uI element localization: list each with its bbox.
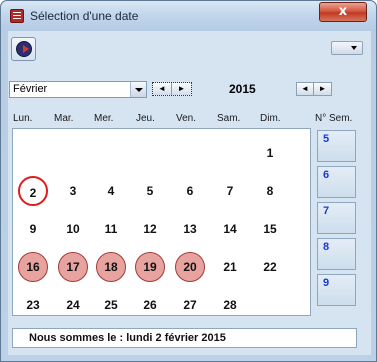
day-cell[interactable]: 27: [173, 288, 207, 322]
client-area: Février ◄ ► 2015 ◄ ► Lun. Mar. Mer. Jeu.…: [8, 31, 371, 355]
date-picker-window: Sélection d'une date x Février ◄ ► 20 1 5 …: [0, 0, 377, 362]
week-number-label: 8: [323, 241, 330, 253]
day-cell[interactable]: 8: [253, 174, 287, 208]
exit-icon: [16, 41, 32, 57]
weekday-label: Jeu.: [136, 113, 155, 124]
weekday-label: Ven.: [176, 113, 197, 124]
day-cell[interactable]: 14: [213, 212, 247, 246]
next-year-button[interactable]: ►: [314, 83, 331, 95]
day-cell[interactable]: 26: [133, 288, 167, 322]
month-dropdown-arrow-icon[interactable]: [130, 82, 146, 97]
weekday-label: Sam.: [217, 113, 241, 124]
week-number-cell[interactable]: 5: [317, 130, 356, 162]
previous-year-button[interactable]: ◄: [297, 83, 314, 95]
weekday-header: Lun. Mar. Mer. Jeu. Ven. Sam. Dim. N° Se…: [8, 113, 371, 127]
window-title: Sélection d'une date: [30, 9, 139, 23]
day-cell[interactable]: 23: [16, 288, 50, 322]
day-cell[interactable]: 10: [56, 212, 90, 246]
day-cell[interactable]: 3: [56, 174, 90, 208]
dropdown-caret-icon: [351, 46, 357, 50]
day-cell[interactable]: 24: [56, 288, 90, 322]
title-bar[interactable]: Sélection d'une date x: [1, 1, 376, 31]
month-select-value: Février: [13, 83, 48, 95]
day-cell[interactable]: 25: [94, 288, 128, 322]
day-cell[interactable]: 4: [94, 174, 128, 208]
day-cell[interactable]: 9: [16, 212, 50, 246]
previous-month-button[interactable]: ◄: [153, 83, 172, 95]
day-cell[interactable]: 16: [18, 252, 48, 282]
week-number-cell[interactable]: 6: [317, 166, 356, 198]
week-number-cell[interactable]: 7: [317, 202, 356, 234]
day-cell[interactable]: 7: [213, 174, 247, 208]
day-cell[interactable]: 6: [173, 174, 207, 208]
day-cell[interactable]: 17: [58, 252, 88, 282]
week-number-cell[interactable]: 8: [317, 238, 356, 270]
weekday-label: Mar.: [54, 113, 74, 124]
day-cell[interactable]: 19: [135, 252, 165, 282]
options-menu-button[interactable]: [331, 41, 363, 55]
week-number-label: 5: [323, 133, 330, 145]
day-cell[interactable]: 18: [96, 252, 126, 282]
weekday-label: Mer.: [94, 113, 114, 124]
week-number-cell[interactable]: 9: [317, 274, 356, 306]
day-cell[interactable]: 20: [175, 252, 205, 282]
day-cell[interactable]: 22: [253, 250, 287, 284]
month-spinner[interactable]: ◄ ►: [152, 82, 192, 96]
day-cell[interactable]: 1: [253, 136, 287, 170]
day-cell[interactable]: 15: [253, 212, 287, 246]
next-month-button[interactable]: ►: [172, 83, 191, 95]
calendar-icon: [10, 9, 24, 23]
week-number-label: 9: [323, 277, 330, 289]
year-label: 2015: [229, 82, 256, 96]
week-number-column: 5 6 7 8 9: [317, 128, 357, 316]
weekday-label: Lun.: [13, 113, 33, 124]
year-spinner[interactable]: ◄ ►: [296, 82, 332, 96]
day-cell[interactable]: 28: [213, 288, 247, 322]
weekday-label: Dim.: [260, 113, 281, 124]
day-cell[interactable]: 21: [213, 250, 247, 284]
day-grid: 1 2 3 4 5 6 7 8 9 10 11 12 13 14 15 16 17 18 19 20 21 22 23 24 2…: [12, 128, 311, 316]
day-cell[interactable]: 11: [94, 212, 128, 246]
app-button[interactable]: [11, 37, 36, 61]
day-cell[interactable]: 12: [133, 212, 167, 246]
day-cell[interactable]: 2: [18, 176, 48, 206]
month-select[interactable]: Février: [9, 81, 147, 98]
week-number-label: 7: [323, 205, 330, 217]
day-cell[interactable]: 5: [133, 174, 167, 208]
week-number-header: N° Sem.: [315, 113, 353, 124]
week-number-label: 6: [323, 169, 330, 181]
status-bar: Nous sommes le : lundi 2 février 2015: [12, 328, 357, 348]
close-button[interactable]: x: [319, 2, 367, 22]
day-cell[interactable]: 13: [173, 212, 207, 246]
